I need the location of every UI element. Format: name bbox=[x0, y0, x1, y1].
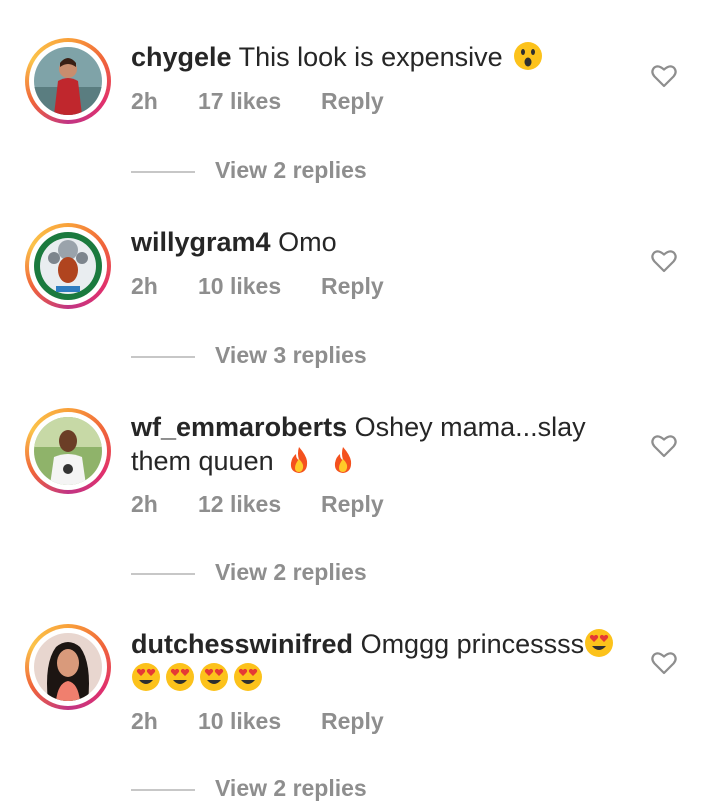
comment-text: dutchesswinifred Omggg princessss bbox=[131, 627, 631, 695]
like-heart-icon[interactable] bbox=[651, 249, 677, 273]
avatar-photo bbox=[34, 417, 102, 485]
comment-likes[interactable]: 17 likes bbox=[198, 88, 281, 115]
avatar[interactable] bbox=[25, 223, 111, 309]
comment-likes[interactable]: 10 likes bbox=[198, 273, 281, 300]
avatar[interactable] bbox=[25, 38, 111, 124]
comment-time: 2h bbox=[131, 273, 158, 299]
comment-text: willygram4 Omo bbox=[131, 225, 631, 259]
comment-body: This look is expensive bbox=[238, 42, 503, 72]
avatar[interactable] bbox=[25, 408, 111, 494]
comment-body-line1: Oshey mama...slay bbox=[354, 412, 586, 442]
comment-username[interactable]: dutchesswinifred bbox=[131, 629, 353, 659]
comment-text: wf_emmaroberts Oshey mama...slay them qu… bbox=[131, 410, 631, 478]
heart-eyes-icon bbox=[234, 663, 262, 691]
comment-body-line2: them quuen bbox=[131, 446, 274, 476]
reply-button[interactable]: Reply bbox=[321, 88, 384, 115]
heart-eyes-icon bbox=[166, 663, 194, 691]
replies-divider bbox=[131, 356, 195, 358]
avatar-photo bbox=[34, 633, 102, 701]
comment-body: Omggg princessss bbox=[360, 629, 585, 659]
heart-eyes-icon bbox=[585, 629, 614, 657]
reply-button[interactable]: Reply bbox=[321, 273, 384, 300]
avatar-photo bbox=[34, 47, 102, 115]
comment-likes[interactable]: 12 likes bbox=[198, 491, 281, 518]
view-replies-label: View 2 replies bbox=[215, 157, 367, 183]
like-heart-icon[interactable] bbox=[651, 434, 677, 458]
comment-time: 2h bbox=[131, 708, 158, 734]
reply-button[interactable]: Reply bbox=[321, 708, 384, 735]
view-replies-label: View 2 replies bbox=[215, 775, 367, 801]
comment-text: chygele This look is expensive bbox=[131, 40, 631, 74]
view-replies-label: View 3 replies bbox=[215, 342, 367, 368]
heart-eyes-icon bbox=[132, 663, 160, 691]
avatar[interactable] bbox=[25, 624, 111, 710]
fire-icon bbox=[334, 447, 351, 473]
comment-time: 2h bbox=[131, 88, 158, 114]
comment-username[interactable]: wf_emmaroberts bbox=[131, 412, 347, 442]
astonished-face-icon bbox=[514, 42, 543, 70]
replies-divider bbox=[131, 789, 195, 791]
avatar-photo bbox=[34, 232, 102, 300]
replies-divider bbox=[131, 573, 195, 575]
like-heart-icon[interactable] bbox=[651, 651, 677, 675]
like-heart-icon[interactable] bbox=[651, 64, 677, 88]
fire-icon bbox=[291, 447, 308, 473]
view-replies-label: View 2 replies bbox=[215, 559, 367, 585]
comment-time: 2h bbox=[131, 491, 158, 517]
comment-likes[interactable]: 10 likes bbox=[198, 708, 281, 735]
comment-body: Omo bbox=[278, 227, 337, 257]
replies-divider bbox=[131, 171, 195, 173]
reply-button[interactable]: Reply bbox=[321, 491, 384, 518]
comment-username[interactable]: willygram4 bbox=[131, 227, 271, 257]
heart-eyes-icon bbox=[200, 663, 228, 691]
comment-username[interactable]: chygele bbox=[131, 42, 232, 72]
